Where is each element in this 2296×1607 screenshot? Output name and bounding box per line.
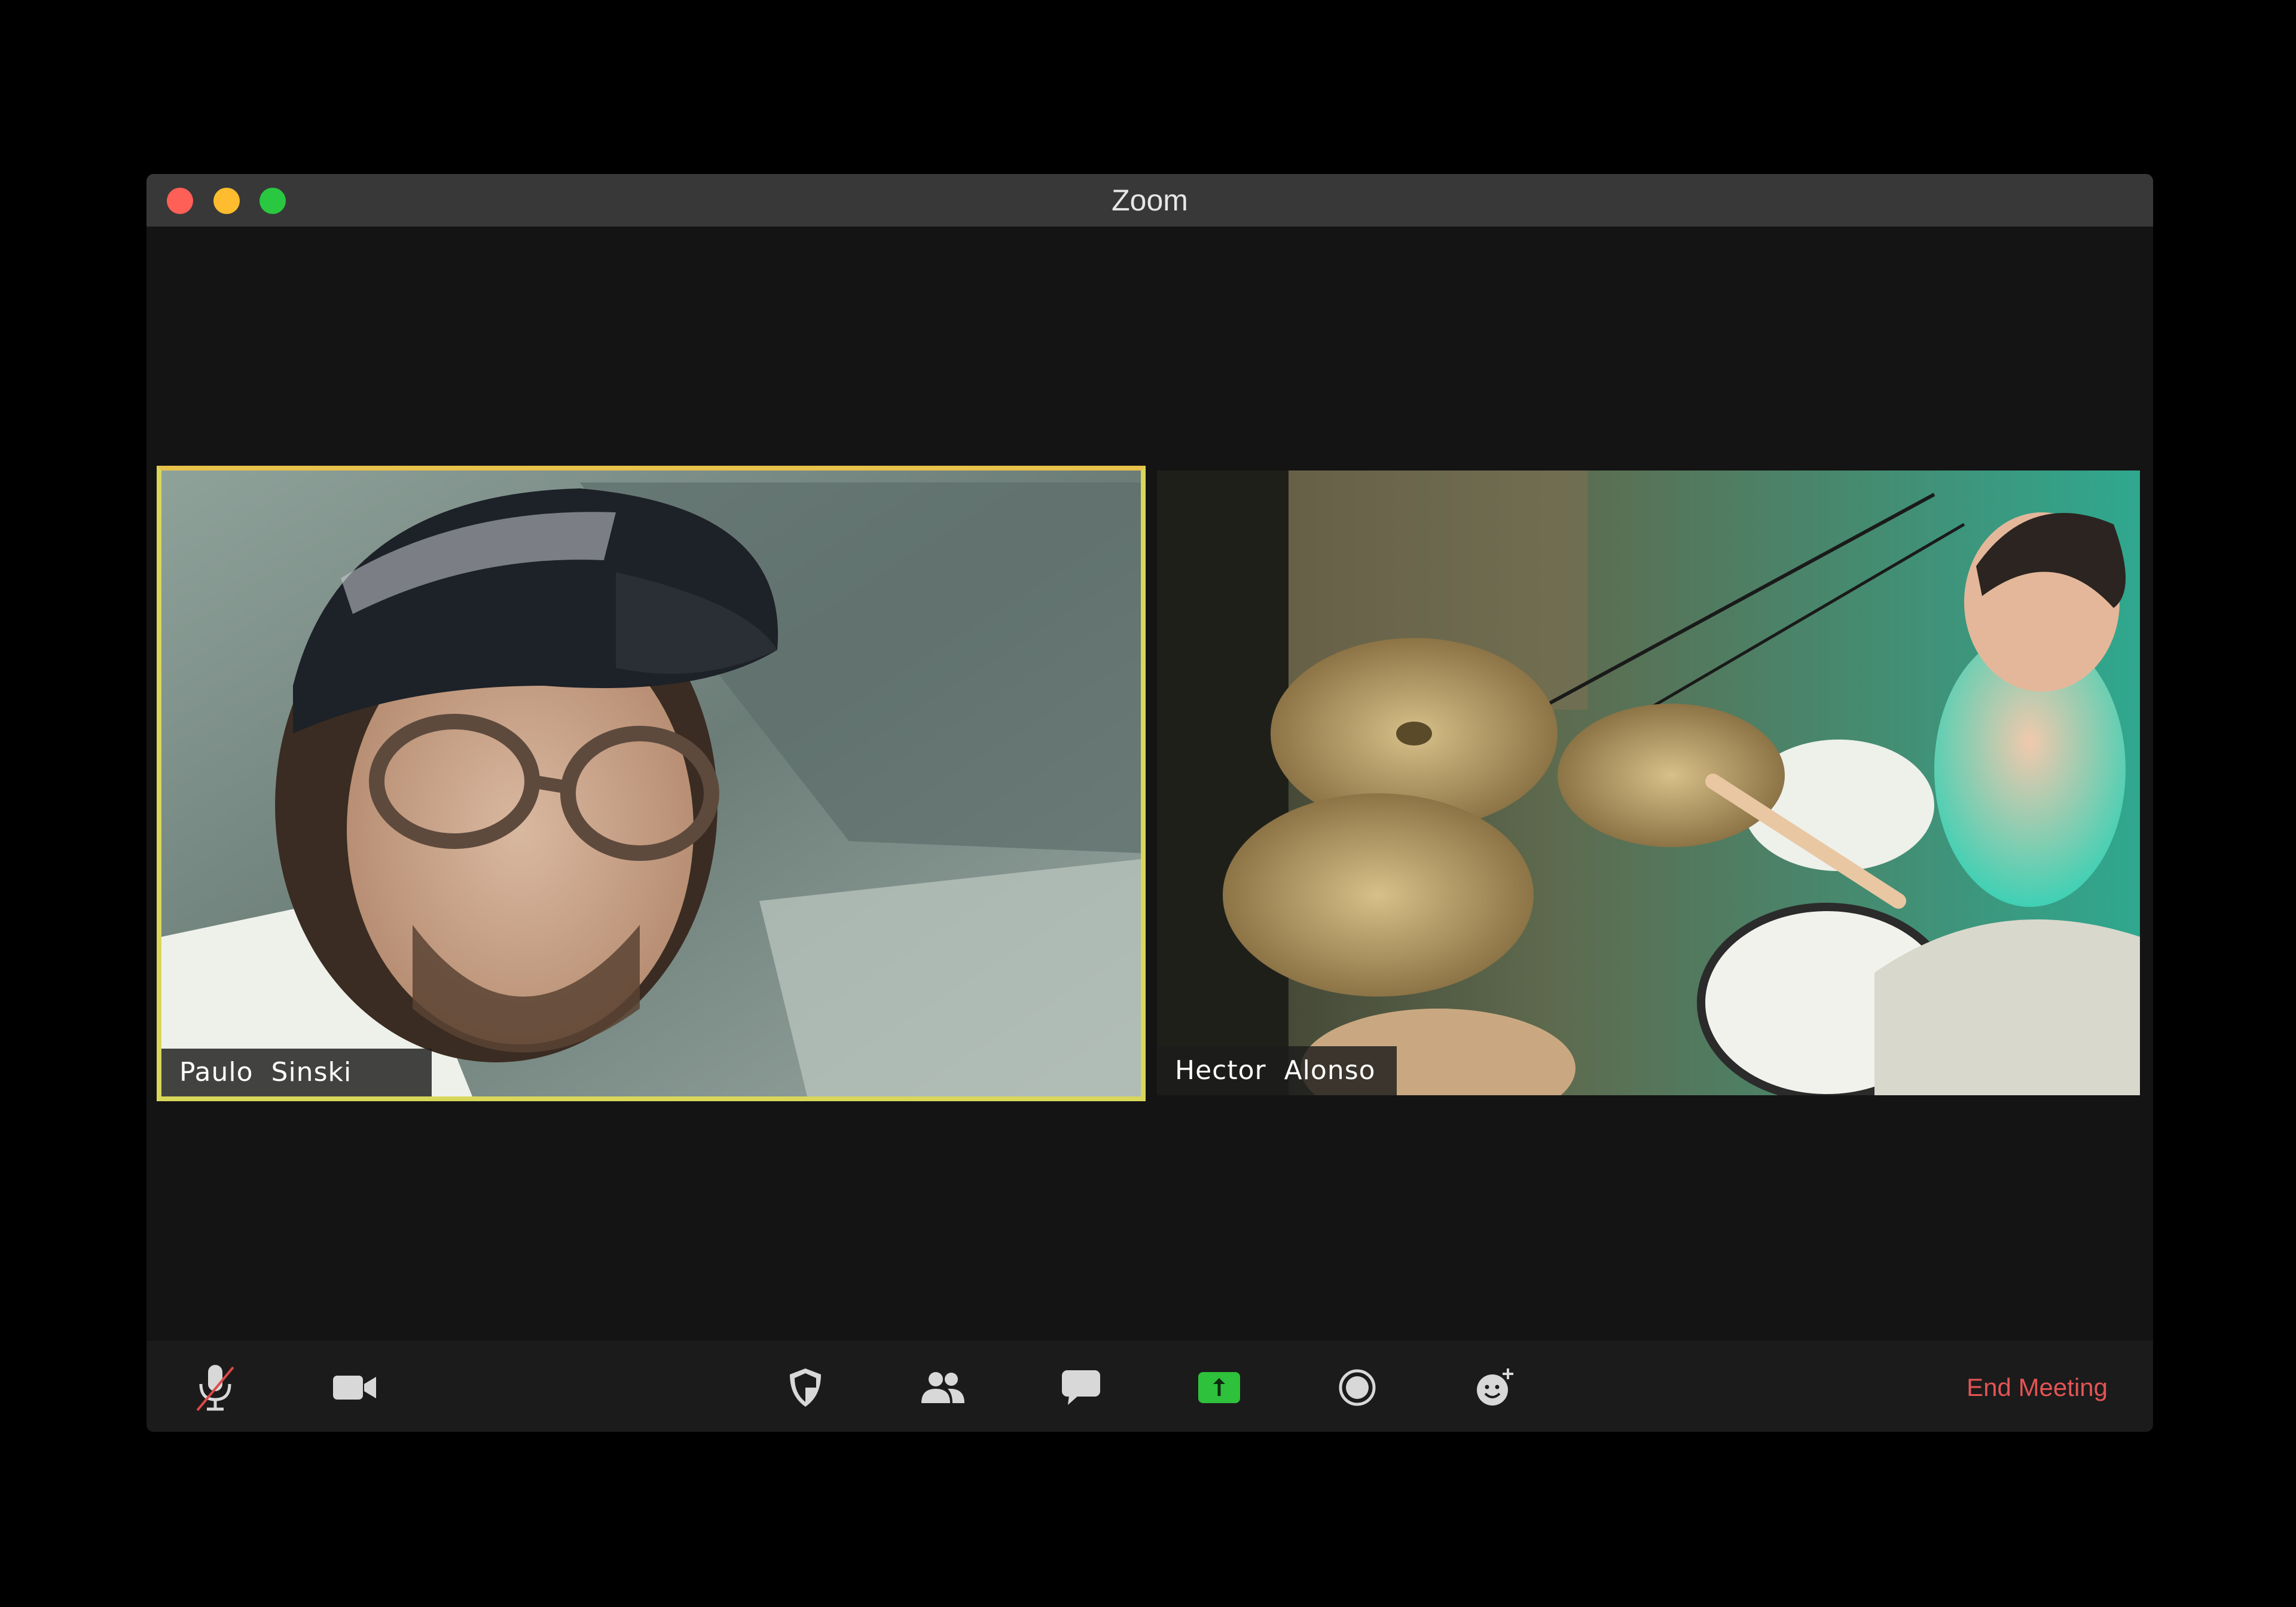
participant-video-hector (1157, 471, 2140, 1095)
zoom-window: Zoom Paulo Sinski Hector Alonso End Meet… (146, 174, 2153, 1432)
stop-video-button[interactable] (329, 1362, 380, 1413)
participant-name-label: Paulo Sinski (161, 1049, 432, 1096)
record-button[interactable] (1332, 1362, 1382, 1413)
participants-icon (921, 1372, 964, 1403)
end-meeting-button[interactable]: End Meeting (1967, 1362, 2108, 1413)
chat-icon (1062, 1370, 1100, 1405)
window-title: Zoom (1112, 184, 1188, 217)
mute-button[interactable] (190, 1362, 240, 1413)
video-tile-active-speaker[interactable]: Paulo Sinski (157, 466, 1146, 1101)
title-bar: Zoom (146, 174, 2153, 227)
share-screen-button[interactable] (1194, 1362, 1244, 1413)
reactions-button[interactable] (1470, 1362, 1520, 1413)
meeting-toolbar: End Meeting (146, 1341, 2153, 1432)
participants-button[interactable] (918, 1362, 968, 1413)
participant-video-paulo (161, 471, 1141, 1096)
record-icon (1339, 1369, 1376, 1406)
security-shield-icon (790, 1368, 821, 1407)
video-camera-icon (333, 1376, 376, 1400)
microphone-muted-icon (196, 1365, 234, 1412)
participant-name-label: Hector Alonso (1157, 1046, 1397, 1095)
share-screen-icon (1198, 1372, 1240, 1403)
reactions-icon (1477, 1368, 1513, 1406)
security-button[interactable] (780, 1362, 831, 1413)
chat-button[interactable] (1056, 1362, 1106, 1413)
video-tile-participant[interactable]: Hector Alonso (1157, 471, 2140, 1095)
